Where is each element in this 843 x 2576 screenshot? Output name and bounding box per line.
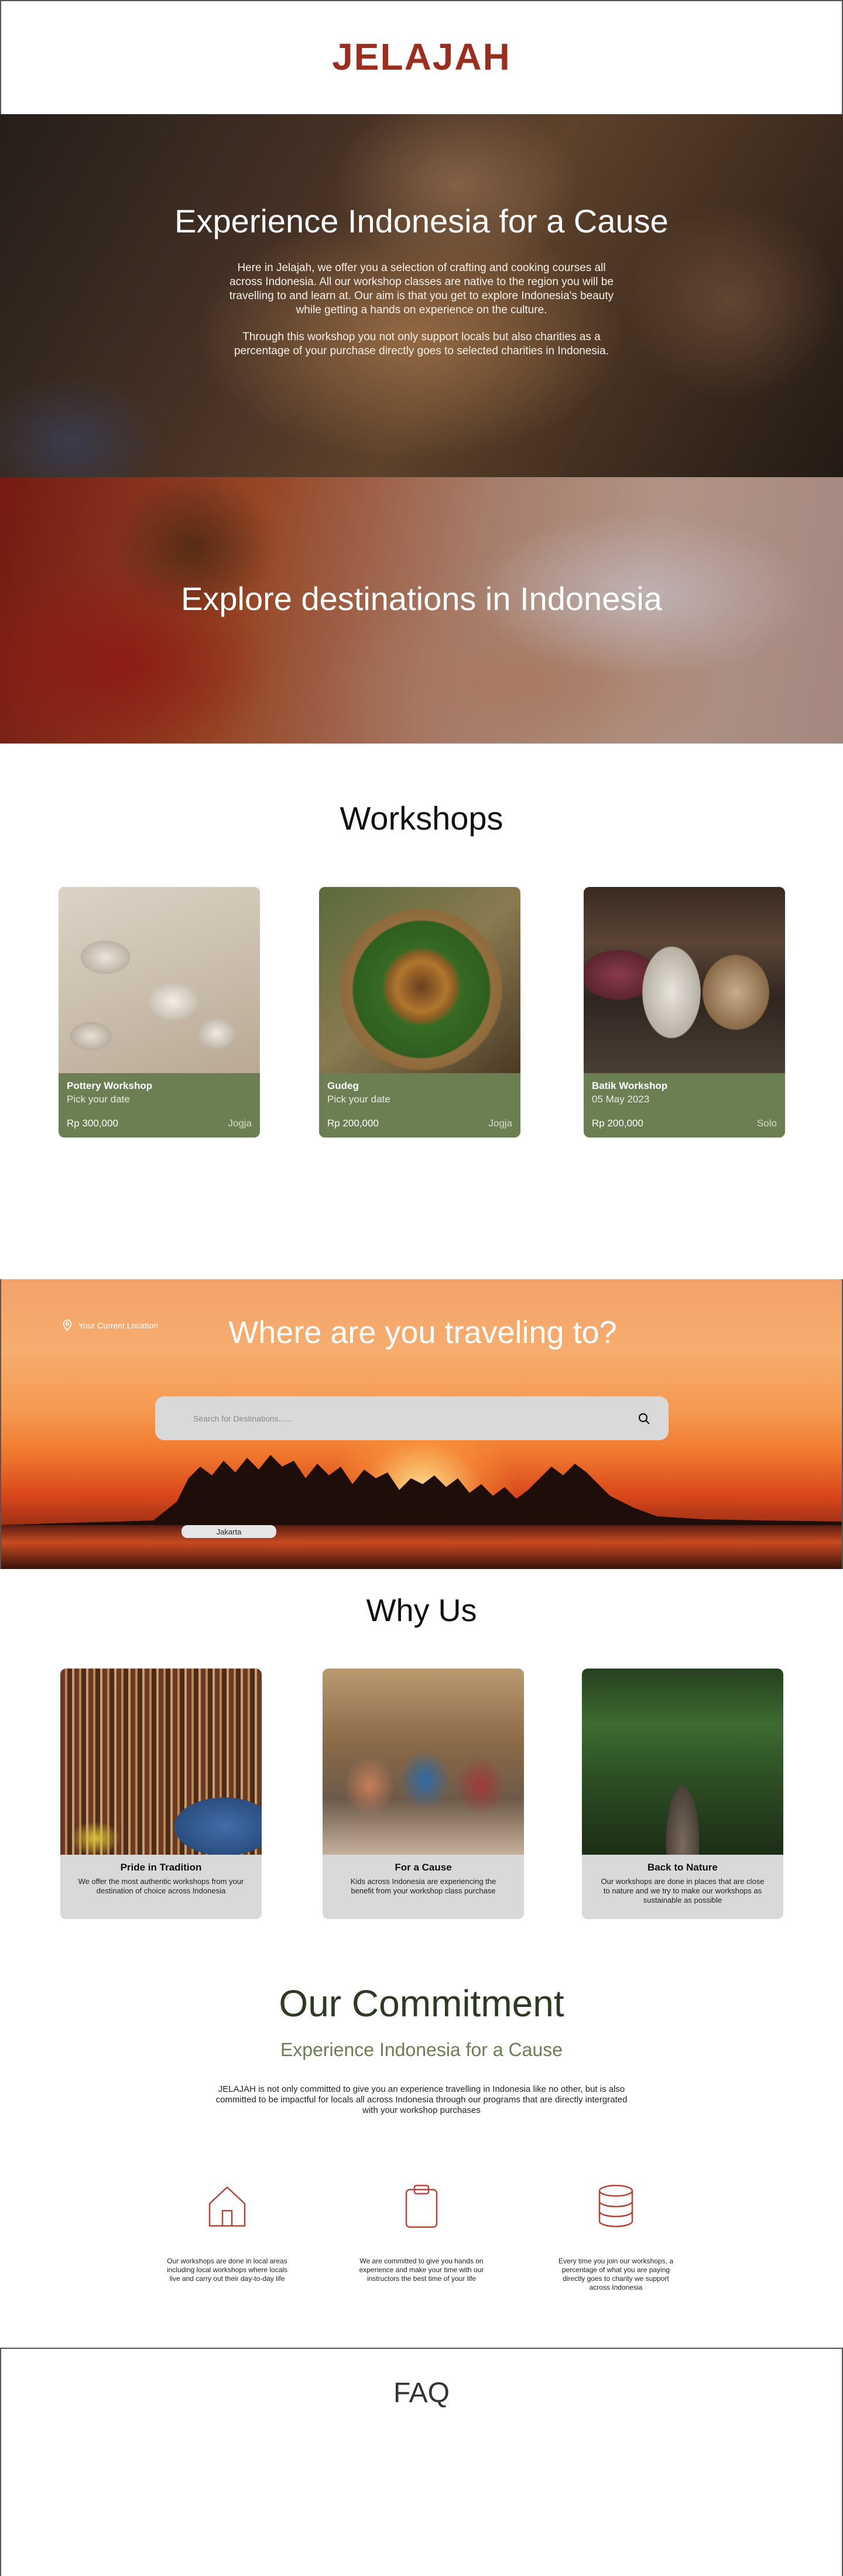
why-card-body: For a Cause Kids across Indonesia are ex… [323,1855,524,1903]
why-image-weaving [60,1669,262,1855]
hero-content: Experience Indonesia for a Cause Here in… [0,202,843,358]
search-input[interactable] [193,1413,637,1423]
search-title: Where are you traveling to? [228,1315,617,1350]
commitment-text-local: Our workshops are done in local areas in… [166,2257,288,2283]
workshop-date: Pick your date [67,1094,130,1105]
search-banner: Your Current Location Where are you trav… [0,1279,843,1569]
workshops-title: Workshops [340,800,503,837]
workshop-card-gudeg[interactable]: Gudeg Pick your date Rp 200,000 Jogja [319,887,520,1138]
workshop-image-gudeg [319,887,520,1073]
why-image-kids [323,1669,524,1855]
why-us-title: Why Us [366,1593,477,1628]
hero-paragraph-2: Through this workshop you not only suppo… [234,331,609,357]
why-card-desc: Kids across Indonesia are experiencing t… [350,1877,496,1895]
commitment-paragraph: JELAJAH is not only committed to give yo… [215,2084,628,2115]
explore-title[interactable]: Explore destinations in Indonesia [0,580,843,618]
hero-paragraph-1: Here in Jelajah, we offer you a selectio… [229,262,614,316]
search-suggestion[interactable]: Jakarta [181,1525,276,1538]
workshop-name: Batik Workshop [592,1080,668,1091]
logo[interactable]: JELAJAH [332,35,511,78]
hero-title: Experience Indonesia for a Cause [174,203,669,239]
workshop-image-batik [584,887,785,1073]
workshop-date: Pick your date [327,1094,390,1105]
why-image-bridge [582,1669,783,1855]
workshop-location: Jogja [228,1118,252,1129]
commitment-title: Our Commitment [279,1982,564,2025]
workshop-image-pottery [59,887,260,1073]
workshop-price: Rp 300,000 [67,1118,118,1129]
why-card-body: Back to Nature Our workshops are done in… [582,1855,783,1912]
why-card-body: Pride in Tradition We offer the most aut… [60,1855,262,1903]
workshop-price: Rp 200,000 [592,1118,643,1129]
workshop-location: Jogja [488,1118,512,1129]
workshop-location: Solo [756,1118,777,1129]
why-card-cause: For a Cause Kids across Indonesia are ex… [323,1669,524,1919]
why-card-desc: We offer the most authentic workshops fr… [78,1877,244,1895]
lake-water [1,1525,842,1569]
clipboard-icon [405,2184,438,2228]
treeline-silhouette [1,1455,842,1531]
why-card-desc: Our workshops are done in places that ar… [601,1877,765,1904]
commitment-text-charity: Every time you join our workshops, a per… [558,2257,674,2291]
why-card-title: Pride in Tradition [120,1862,202,1873]
workshop-date: 05 May 2023 [592,1094,650,1105]
database-icon [598,2184,633,2228]
search-bar[interactable] [155,1396,669,1440]
page: JELAJAH Experience Indonesia for a Cause… [0,0,843,2576]
faq-title: FAQ [393,2378,450,2409]
faq-section: FAQ [0,2348,843,2576]
workshop-name: Gudeg [327,1080,359,1091]
why-card-nature: Back to Nature Our workshops are done in… [582,1669,783,1919]
why-card-title: Back to Nature [647,1862,718,1873]
home-icon [208,2186,246,2227]
workshop-name: Pottery Workshop [67,1080,153,1091]
why-card-tradition: Pride in Tradition We offer the most aut… [60,1669,262,1919]
commitment-subtitle: Experience Indonesia for a Cause [280,2039,563,2060]
site-header: JELAJAH [0,0,843,114]
workshop-card-body: Gudeg Pick your date Rp 200,000 Jogja [319,1073,520,1138]
hero-section: Experience Indonesia for a Cause Here in… [0,114,843,477]
explore-section[interactable]: Explore destinations in Indonesia [0,477,843,744]
why-card-title: For a Cause [395,1862,452,1873]
search-icon[interactable] [637,1412,651,1426]
workshop-card-pottery[interactable]: Pottery Workshop Pick your date Rp 300,0… [59,887,260,1138]
commitment-text-experience: We are committed to give you hands on ex… [359,2257,484,2283]
workshop-card-batik[interactable]: Batik Workshop 05 May 2023 Rp 200,000 So… [584,887,785,1138]
workshop-card-body: Pottery Workshop Pick your date Rp 300,0… [59,1073,260,1138]
workshop-card-body: Batik Workshop 05 May 2023 Rp 200,000 So… [584,1073,785,1138]
workshop-price: Rp 200,000 [327,1118,379,1129]
